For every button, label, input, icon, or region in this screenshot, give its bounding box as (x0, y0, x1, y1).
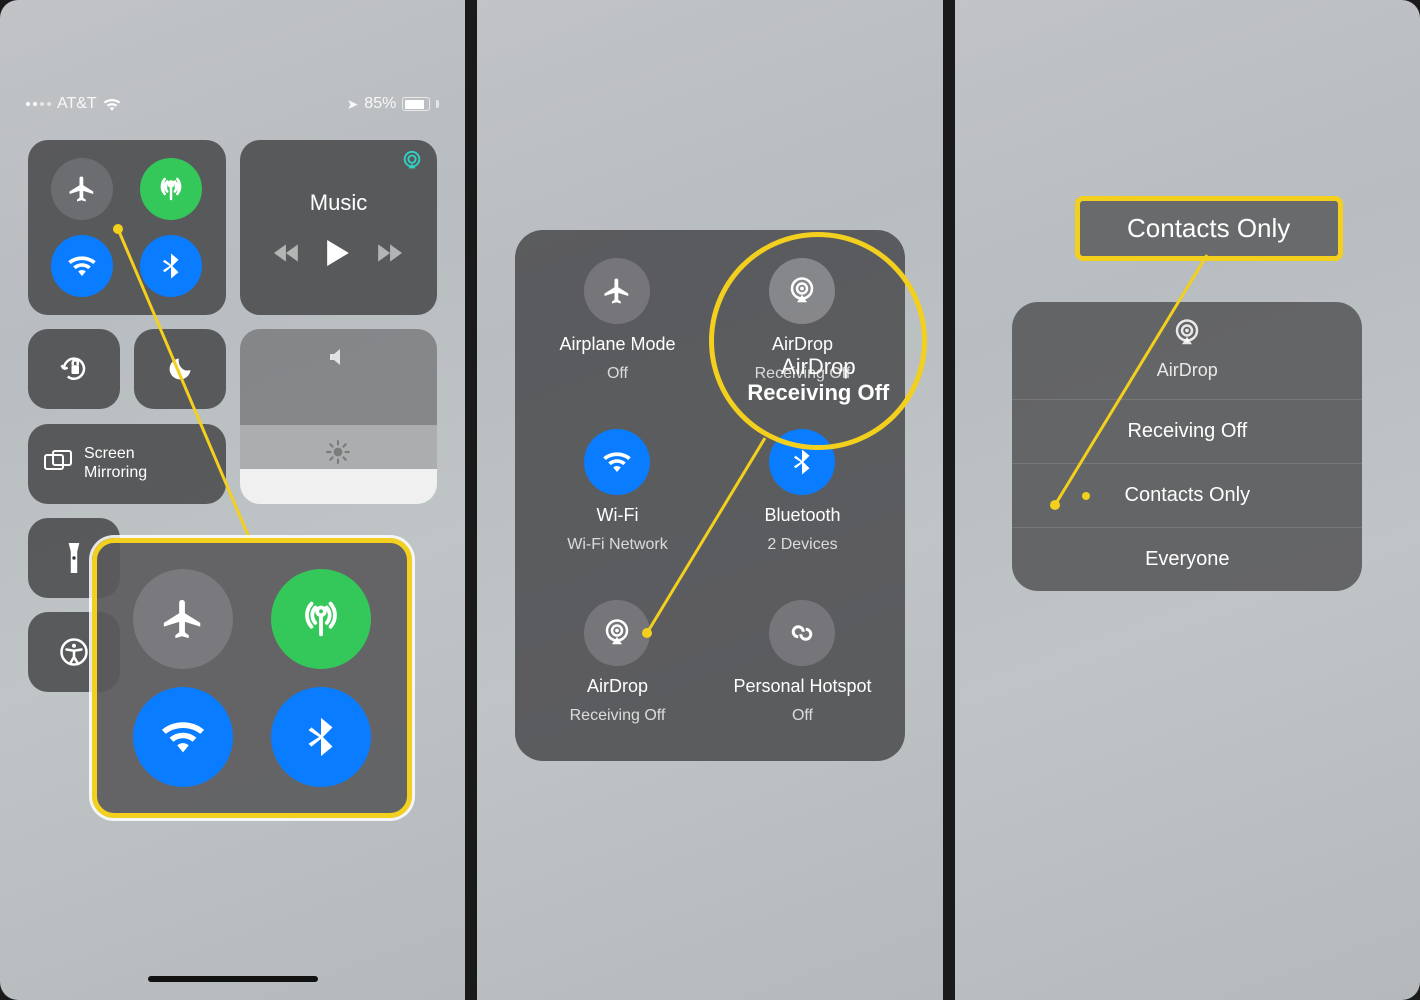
panel-control-center: AT&T ➤ 85% (0, 0, 465, 1000)
airdrop2-status: Receiving Off (570, 707, 666, 725)
cell-signal-icon (26, 102, 51, 106)
battery-percent: 85% (364, 95, 396, 113)
option-everyone[interactable]: Everyone (1012, 527, 1362, 591)
battery-icon (402, 97, 430, 111)
panel-connectivity-expanded: Airplane Mode Off AirDrop Receiving Off … (477, 0, 942, 1000)
music-tile[interactable]: Music (240, 140, 438, 315)
prev-track-button[interactable] (274, 242, 300, 264)
next-track-button[interactable] (376, 242, 402, 264)
airdrop2-label: AirDrop (587, 676, 648, 697)
bluetooth-item[interactable]: Bluetooth 2 Devices (710, 429, 895, 554)
music-title: Music (310, 190, 367, 216)
bluetooth-label: Bluetooth (764, 505, 840, 526)
bluetooth-toggle[interactable] (140, 235, 202, 297)
music-transport (274, 240, 402, 266)
airplane-label: Airplane Mode (559, 334, 675, 355)
connectivity-expanded-card: Airplane Mode Off AirDrop Receiving Off … (515, 230, 905, 761)
airdrop-status: Receiving Off (755, 365, 851, 383)
wifi-icon (584, 429, 650, 495)
airdrop-header: AirDrop (1012, 302, 1362, 399)
wifi-icon (103, 97, 121, 111)
volume-icon (326, 345, 350, 374)
panel-airdrop-options: Contacts Only AirDrop Receiving Off Cont… (955, 0, 1420, 1000)
airplane-status: Off (607, 365, 628, 383)
bluetooth-status: 2 Devices (767, 536, 837, 554)
annotation-callout-box: Contacts Only (1075, 196, 1343, 261)
bluetooth-icon (271, 687, 371, 787)
play-button[interactable] (326, 240, 350, 266)
option-receiving-off[interactable]: Receiving Off (1012, 399, 1362, 463)
wifi-toggle[interactable] (51, 235, 113, 297)
airdrop-options-card: AirDrop Receiving Off Contacts Only Ever… (1012, 302, 1362, 591)
airplane-icon (133, 569, 233, 669)
hotspot-item[interactable]: Personal Hotspot Off (710, 600, 895, 725)
screen-mirroring-button[interactable]: Screen Mirroring (28, 424, 226, 504)
wifi-item[interactable]: Wi-Fi Wi-Fi Network (525, 429, 710, 554)
airplane-mode-item[interactable]: Airplane Mode Off (525, 258, 710, 383)
home-indicator[interactable] (148, 976, 318, 982)
airdrop-icon (1012, 318, 1362, 354)
wifi-status: Wi-Fi Network (567, 536, 667, 554)
screen-mirroring-icon (44, 449, 72, 478)
connectivity-tile[interactable] (28, 140, 226, 315)
hotspot-label: Personal Hotspot (733, 676, 871, 697)
orientation-lock-toggle[interactable] (28, 329, 120, 409)
airdrop-title: AirDrop (1012, 360, 1362, 381)
do-not-disturb-toggle[interactable] (134, 329, 226, 409)
cellular-data-toggle[interactable] (140, 158, 202, 220)
airdrop-icon (584, 600, 650, 666)
carrier-label: AT&T (57, 95, 97, 113)
screen-mirroring-label: Screen Mirroring (84, 445, 147, 482)
cellular-icon (271, 569, 371, 669)
airplane-icon (584, 258, 650, 324)
bluetooth-icon (769, 429, 835, 495)
location-icon: ➤ (347, 96, 359, 113)
airdrop-item[interactable]: AirDrop Receiving Off (710, 258, 895, 383)
wifi-label: Wi-Fi (596, 505, 638, 526)
airdrop-icon (769, 258, 835, 324)
status-bar: AT&T ➤ 85% (0, 92, 465, 116)
wifi-icon (133, 687, 233, 787)
hotspot-status: Off (792, 707, 813, 725)
volume-slider[interactable] (240, 329, 438, 504)
hotspot-icon (769, 600, 835, 666)
airplay-icon[interactable] (401, 150, 423, 177)
airdrop-item-2[interactable]: AirDrop Receiving Off (525, 600, 710, 725)
airplane-mode-toggle[interactable] (51, 158, 113, 220)
option-contacts-only[interactable]: Contacts Only (1012, 463, 1362, 527)
tutorial-triptych: AT&T ➤ 85% (0, 0, 1420, 1000)
connectivity-zoom-callout (92, 538, 412, 818)
airdrop-label: AirDrop (772, 334, 833, 355)
